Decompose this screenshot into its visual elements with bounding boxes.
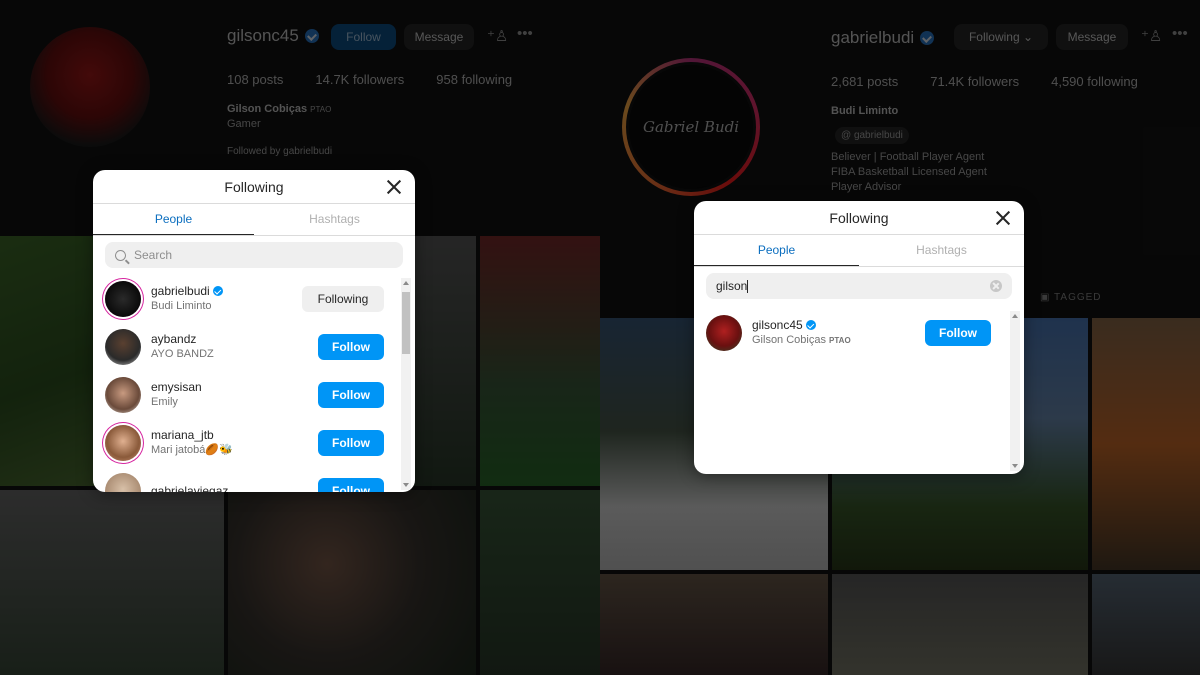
post-tile[interactable]	[480, 236, 600, 486]
avatar[interactable]	[105, 473, 141, 492]
list-item[interactable]: gabrielbudi Budi Liminto Following	[93, 275, 415, 323]
follow-button[interactable]: Follow	[318, 430, 384, 456]
profile-username: gabrielbudi	[831, 28, 935, 48]
profile-stats: 2,681 posts 71.4K followers 4,590 followin…	[831, 74, 1138, 89]
verified-icon	[304, 29, 319, 43]
scrollbar[interactable]	[1010, 311, 1020, 471]
post-tile[interactable]	[480, 490, 600, 675]
profile-bio: Budi Liminto @ gabrielbudi Believer | Fo…	[831, 105, 987, 193]
following-modal-left: Following People Hashtags gabrielbudi Bud…	[93, 170, 415, 492]
add-user-icon[interactable]: ⁺♙	[1141, 27, 1162, 45]
scroll-down-icon[interactable]	[403, 483, 409, 487]
profile-bio: Gilson Cobiças PTAO Gamer Followed by ga…	[227, 103, 333, 157]
search-results: gilsonc45 Gilson Cobiças PTAO Follow	[694, 309, 1024, 469]
avatar[interactable]	[105, 281, 141, 317]
follow-button[interactable]: Follow	[331, 24, 396, 50]
name-tag: PTAO	[829, 336, 851, 345]
tab-people[interactable]: People	[694, 235, 859, 266]
following-list: gabrielbudi Budi Liminto Following ayband…	[93, 275, 415, 492]
avatar[interactable]	[706, 315, 742, 351]
close-icon[interactable]	[383, 176, 405, 198]
tab-hashtags[interactable]: Hashtags	[859, 235, 1024, 266]
post-tile[interactable]	[1092, 574, 1200, 675]
search-bar	[105, 242, 403, 268]
close-icon[interactable]	[992, 207, 1014, 229]
modal-header: Following	[694, 201, 1024, 235]
post-tile[interactable]	[228, 490, 476, 675]
search-icon	[115, 249, 126, 261]
search-input[interactable]	[134, 248, 393, 262]
verified-icon	[920, 31, 935, 45]
row-username[interactable]: gabrielbudi	[151, 284, 210, 298]
scroll-up-icon[interactable]	[1012, 314, 1018, 318]
profile-avatar[interactable]: Gabriel Budi	[622, 58, 760, 196]
profile-avatar[interactable]	[30, 27, 150, 147]
scrollbar-thumb[interactable]	[402, 292, 410, 354]
message-button[interactable]: Message	[404, 24, 474, 50]
post-tile[interactable]	[832, 574, 1088, 675]
tab-hashtags[interactable]: Hashtags	[254, 204, 415, 235]
list-item[interactable]: emysisan Emily Follow	[93, 371, 415, 419]
row-name: Emily	[151, 396, 178, 408]
threads-badge[interactable]: @ gabrielbudi	[835, 127, 909, 144]
modal-header: Following	[93, 170, 415, 204]
following-modal-right: Following People Hashtags gilson gilsonc…	[694, 201, 1024, 474]
modal-title: Following	[829, 210, 889, 226]
row-name: Mari jatobá🏉🐝	[151, 444, 233, 456]
following-button[interactable]: Following ⌄	[954, 24, 1048, 50]
verified-icon	[212, 286, 223, 296]
follow-button[interactable]: Follow	[318, 334, 384, 360]
post-tile[interactable]	[0, 490, 224, 675]
avatar[interactable]	[105, 425, 141, 461]
row-username[interactable]: gabrielaviegaz	[151, 484, 228, 493]
modal-tabs: People Hashtags	[694, 235, 1024, 267]
profile-stats: 108 posts 14.7K followers 958 following	[227, 72, 513, 87]
search-input[interactable]: gilson	[716, 279, 747, 293]
verified-icon	[805, 320, 816, 330]
scroll-up-icon[interactable]	[403, 281, 409, 285]
search-bar: gilson	[706, 273, 1012, 299]
signature-logo: Gabriel Budi	[626, 62, 756, 192]
row-username[interactable]: gilsonc45	[752, 318, 803, 332]
row-name: Gilson Cobiças	[752, 334, 826, 346]
list-item[interactable]: mariana_jtb Mari jatobá🏉🐝 Follow	[93, 419, 415, 467]
follow-button[interactable]: Follow	[925, 320, 991, 346]
text-caret	[747, 279, 749, 293]
add-user-icon[interactable]: ⁺♙	[487, 27, 508, 45]
tagged-tab[interactable]: ▣ TAGGED	[1040, 290, 1102, 305]
scroll-down-icon[interactable]	[1012, 464, 1018, 468]
list-item[interactable]: gilsonc45 Gilson Cobiças PTAO Follow	[694, 309, 1024, 357]
profile-username: gilsonc45	[227, 26, 319, 46]
post-tile[interactable]	[600, 574, 828, 675]
more-options-icon[interactable]: •••	[1172, 25, 1188, 42]
row-username[interactable]: emysisan	[151, 380, 202, 395]
row-username[interactable]: mariana_jtb	[151, 428, 233, 443]
clear-search-icon[interactable]	[990, 280, 1002, 292]
list-item[interactable]: gabrielaviegaz Follow	[93, 467, 415, 492]
following-button[interactable]: Following	[302, 286, 384, 312]
follow-button[interactable]: Follow	[318, 478, 384, 492]
modal-tabs: People Hashtags	[93, 204, 415, 236]
row-name: Budi Liminto	[151, 300, 212, 312]
scrollbar[interactable]	[401, 278, 411, 490]
row-name: AYO BANDZ	[151, 348, 214, 360]
avatar[interactable]	[105, 377, 141, 413]
screenshot-stage: gilsonc45 Follow Message ⁺♙ ••• 108 post…	[0, 0, 1200, 675]
avatar[interactable]	[105, 329, 141, 365]
more-options-icon[interactable]: •••	[517, 25, 533, 42]
post-tile[interactable]	[1092, 318, 1200, 570]
tab-people[interactable]: People	[93, 204, 254, 235]
follow-button[interactable]: Follow	[318, 382, 384, 408]
modal-title: Following	[224, 179, 284, 195]
row-username[interactable]: aybandz	[151, 332, 214, 347]
list-item[interactable]: aybandz AYO BANDZ Follow	[93, 323, 415, 371]
message-button[interactable]: Message	[1056, 24, 1128, 50]
